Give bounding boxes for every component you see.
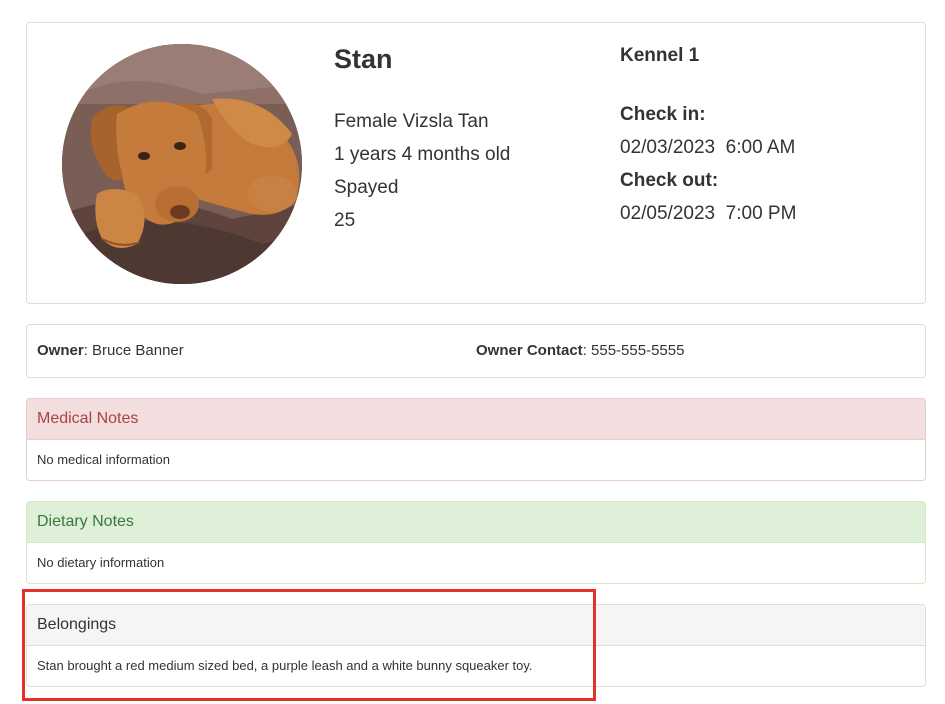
medical-notes-body: No medical information (37, 452, 170, 467)
dietary-notes-panel: Dietary Notes No dietary information (26, 501, 926, 584)
owner-contact: Owner Contact: 555-555-5555 (476, 325, 684, 377)
owner-card: Owner: Bruce Banner Owner Contact: 555-5… (26, 324, 926, 378)
check-out-label: Check out: (620, 170, 719, 191)
pet-description: Female Vizsla Tan (334, 111, 489, 132)
pet-weight: 25 (334, 210, 356, 231)
medical-notes-heading: Medical Notes (27, 399, 925, 440)
pet-age: 1 years 4 months old (334, 144, 511, 165)
dietary-notes-heading: Dietary Notes (27, 502, 925, 543)
pet-info: Stan Female Vizsla Tan 1 years 4 months … (334, 43, 604, 237)
medical-notes-panel: Medical Notes No medical information (26, 398, 926, 481)
stay-info: Kennel 1 Check in: 02/03/2023 6:00 AM Ch… (620, 43, 910, 230)
check-out-value: 02/05/2023 7:00 PM (620, 203, 797, 224)
owner-name: Owner: Bruce Banner (37, 325, 184, 377)
belongings-heading: Belongings (27, 605, 925, 646)
kennel-label: Kennel 1 (620, 45, 700, 66)
check-in-value: 02/03/2023 6:00 AM (620, 137, 796, 158)
owner-name-value: : Bruce Banner (83, 342, 184, 359)
pet-name: Stan (334, 44, 393, 74)
owner-contact-label: Owner Contact (476, 342, 583, 359)
pet-profile-page: Stan Female Vizsla Tan 1 years 4 months … (0, 0, 945, 704)
check-in-label: Check in: (620, 104, 706, 125)
owner-name-label: Owner (37, 342, 84, 359)
dietary-notes-body: No dietary information (37, 555, 165, 570)
pet-status: Spayed (334, 177, 399, 198)
belongings-body: Stan brought a red medium sized bed, a p… (37, 658, 533, 673)
belongings-panel: Belongings Stan brought a red medium siz… (26, 604, 926, 687)
owner-contact-value: : 555-555-5555 (582, 342, 685, 359)
dog-photo-icon (62, 44, 302, 284)
pet-card: Stan Female Vizsla Tan 1 years 4 months … (26, 22, 926, 304)
